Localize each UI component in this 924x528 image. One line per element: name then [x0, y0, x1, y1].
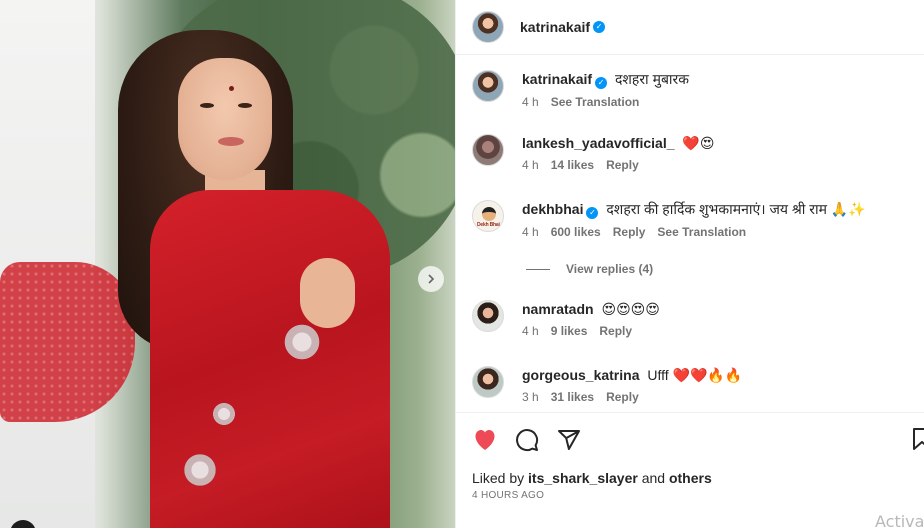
comment-likes[interactable]: 600 likes — [551, 225, 601, 239]
comment-text: ❤️😍 — [682, 135, 715, 151]
caption-row: katrinakaif ✓ दशहरा मुबारक 4 h See Transl… — [472, 70, 689, 109]
replies-divider — [526, 268, 550, 270]
avatar[interactable] — [472, 134, 504, 166]
verified-badge-icon: ✓ — [586, 207, 599, 219]
reply-button[interactable]: Reply — [599, 324, 632, 338]
comment-text: 😍😍😍😍 — [601, 301, 660, 317]
see-translation-link[interactable]: See Translation — [551, 95, 640, 109]
activate-windows-watermark: Activa — [875, 512, 924, 528]
share-icon[interactable] — [556, 427, 582, 453]
photo-eye — [200, 103, 214, 108]
photo-face — [178, 58, 272, 180]
avatar[interactable] — [472, 366, 504, 398]
liked-by-text: Liked by its_shark_slayer and others — [472, 470, 712, 486]
comment-author[interactable]: namratadn — [522, 301, 594, 317]
post-timestamp[interactable]: 4 HOURS AGO — [472, 490, 544, 501]
bookmark-icon[interactable] — [912, 427, 924, 453]
avatar-tag: Dekh Bhai — [477, 222, 500, 228]
liked-others-link[interactable]: others — [669, 470, 712, 486]
photo-saree-drape — [0, 262, 135, 422]
comment-time: 4 h — [522, 158, 539, 172]
comment-author[interactable]: dekhbhai — [522, 201, 583, 217]
comment-likes[interactable]: 14 likes — [551, 158, 594, 172]
comment-text: दशहरा की हार्दिक शुभकामनाएं। जय श्री राम… — [606, 201, 866, 217]
comment-likes[interactable]: 31 likes — [551, 390, 594, 404]
liked-user-link[interactable]: its_shark_slayer — [528, 470, 638, 486]
comment-likes[interactable]: 9 likes — [551, 324, 588, 338]
photo-bindi — [229, 86, 234, 91]
avatar[interactable]: Dekh Bhai — [472, 200, 504, 232]
avatar-face — [482, 207, 496, 221]
caption-author[interactable]: katrinakaif — [522, 71, 592, 87]
photo-embroidery — [280, 320, 324, 364]
post-image[interactable] — [0, 0, 455, 528]
view-replies-label: View replies (4) — [566, 262, 654, 276]
reply-button[interactable]: Reply — [606, 390, 639, 404]
post-author[interactable]: katrinakaif — [520, 19, 590, 35]
verified-badge-icon: ✓ — [593, 21, 606, 33]
chevron-right-icon[interactable] — [418, 266, 444, 292]
post-panel: katrinakaif ✓ katrinakaif ✓ दशहरा मुबारक … — [455, 0, 924, 528]
caption-time: 4 h — [522, 95, 539, 109]
avatar[interactable] — [472, 11, 504, 43]
avatar[interactable] — [472, 70, 504, 102]
photo-lips — [218, 137, 244, 146]
photo-embroidery — [210, 400, 238, 428]
comment-time: 4 h — [522, 225, 539, 239]
avatar[interactable] — [472, 300, 504, 332]
comment-time: 4 h — [522, 324, 539, 338]
photo-hand — [300, 258, 355, 328]
liked-and: and — [641, 470, 666, 486]
comment-text: Ufff ❤️❤️🔥🔥 — [647, 367, 743, 383]
view-replies-button[interactable]: View replies (4) — [526, 262, 653, 276]
liked-prefix: Liked by — [472, 470, 525, 486]
comment-row: namratadn 😍😍😍😍 4 h 9 likes Reply — [472, 300, 660, 338]
reply-button[interactable]: Reply — [606, 158, 639, 172]
action-bar: Liked by its_shark_slayer and others 4 H… — [456, 412, 924, 528]
post-header: katrinakaif ✓ — [456, 0, 924, 55]
photo-eye — [238, 103, 252, 108]
comment-row: gorgeous_katrina Ufff ❤️❤️🔥🔥 3 h 31 like… — [472, 366, 742, 404]
caption-text: दशहरा मुबारक — [614, 71, 690, 87]
reply-button[interactable]: Reply — [613, 225, 646, 239]
comment-row: Dekh Bhai dekhbhai ✓ दशहरा की हार्दिक शुभ… — [472, 200, 866, 239]
heart-filled-icon[interactable] — [472, 427, 498, 453]
comment-time: 3 h — [522, 390, 539, 404]
comment-icon[interactable] — [514, 427, 540, 453]
comment-row: lankesh_yadavofficial_ ❤️😍 4 h 14 likes … — [472, 134, 714, 172]
photo-embroidery — [180, 450, 220, 490]
comment-author[interactable]: gorgeous_katrina — [522, 367, 639, 383]
comment-author[interactable]: lankesh_yadavofficial_ — [522, 135, 675, 151]
verified-badge-icon: ✓ — [595, 77, 608, 89]
see-translation-link[interactable]: See Translation — [657, 225, 746, 239]
comments-list: katrinakaif ✓ दशहरा मुबारक 4 h See Transl… — [456, 56, 924, 411]
